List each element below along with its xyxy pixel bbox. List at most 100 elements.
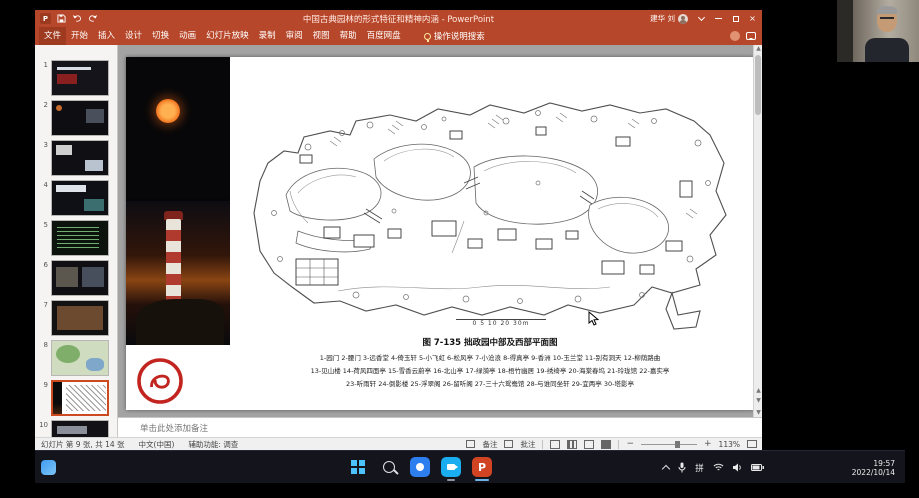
slide-thumbnail-3[interactable]	[51, 140, 109, 176]
slide-thumbnail-9-selected[interactable]	[51, 380, 109, 416]
tab-review[interactable]: 审阅	[281, 27, 308, 45]
wifi-icon[interactable]	[713, 463, 724, 472]
battery-icon[interactable]	[751, 464, 764, 471]
slide-sorter-view-button[interactable]	[567, 440, 577, 449]
zoom-in-button[interactable]: +	[704, 440, 712, 449]
language-status[interactable]: 中文(中国)	[139, 439, 175, 450]
slide-counter: 幻灯片 第 9 张, 共 14 张	[41, 439, 125, 450]
next-slide-button[interactable]: ▼	[755, 397, 762, 405]
thumbnail-row: 5	[35, 220, 117, 256]
comments-icon[interactable]	[746, 32, 756, 40]
minimize-icon	[715, 18, 722, 19]
comments-toggle-button[interactable]: 批注	[520, 439, 535, 450]
scrollbar-thumb[interactable]	[755, 55, 761, 115]
slideshow-button[interactable]	[601, 440, 611, 449]
user-presence-avatar[interactable]	[730, 31, 740, 41]
chat-app-button[interactable]	[409, 456, 431, 478]
scroll-down-icon[interactable]: ▼	[755, 409, 762, 417]
meeting-app-button[interactable]	[440, 456, 462, 478]
tab-animations[interactable]: 动画	[174, 27, 201, 45]
tab-help[interactable]: 帮助	[335, 27, 362, 45]
widgets-button[interactable]	[41, 460, 56, 475]
thumbnail-row: 6	[35, 260, 117, 296]
slide-thumbnail-1[interactable]	[51, 60, 109, 96]
zoom-percentage[interactable]: 113%	[719, 440, 740, 449]
powerpoint-taskbar-button[interactable]: P	[471, 456, 493, 478]
slide-thumbnail-6[interactable]	[51, 260, 109, 296]
thumbnail-row: 10	[35, 420, 117, 437]
webcam-overlay[interactable]	[837, 0, 919, 62]
divider	[542, 440, 543, 449]
webcam-door-edge	[837, 0, 853, 62]
powerpoint-icon: P	[472, 457, 492, 477]
notes-toggle-button[interactable]: 备注	[482, 439, 497, 450]
maximize-button[interactable]	[728, 11, 743, 26]
tab-view[interactable]: 视图	[308, 27, 335, 45]
thumbnail-row: 9	[35, 380, 117, 416]
search-button[interactable]	[378, 456, 400, 478]
minimize-button[interactable]	[711, 11, 726, 26]
close-button[interactable]: ×	[745, 11, 760, 26]
tab-design[interactable]: 设计	[120, 27, 147, 45]
zoom-slider-knob[interactable]	[675, 441, 680, 448]
microphone-icon[interactable]	[678, 462, 686, 473]
reading-view-button[interactable]	[584, 440, 594, 449]
quick-access-toolbar: P	[35, 13, 98, 24]
participant-torso	[865, 38, 909, 62]
save-icon[interactable]	[57, 14, 66, 23]
lighthouse-photo	[126, 201, 230, 345]
thumbnail-row: 2	[35, 100, 117, 136]
normal-view-button[interactable]	[550, 440, 560, 449]
redo-icon[interactable]	[88, 14, 98, 23]
tab-slideshow[interactable]: 幻灯片放映	[201, 27, 254, 45]
tab-insert[interactable]: 插入	[93, 27, 120, 45]
thumbnail-row: 7	[35, 300, 117, 336]
tab-baidu-netdisk[interactable]: 百度网盘	[362, 27, 406, 45]
ribbon-display-options-button[interactable]	[694, 11, 709, 26]
clock[interactable]: 19:57 2022/10/14	[852, 459, 895, 477]
slide-thumbnail-7[interactable]	[51, 300, 109, 336]
tab-home[interactable]: 开始	[66, 27, 93, 45]
taskbar: P 拼 19:57	[35, 450, 905, 483]
tab-file[interactable]: 文件	[39, 27, 66, 45]
scroll-up-icon[interactable]: ▲	[755, 45, 762, 53]
thumbnail-number: 10	[35, 420, 48, 429]
ribbon-tab-bar: 文件 开始 插入 设计 切换 动画 幻灯片放映 录制 审阅 视图 帮助 百度网盘…	[35, 27, 762, 45]
slide-thumbnail-4[interactable]	[51, 180, 109, 216]
slide-thumbnail-8[interactable]	[51, 340, 109, 376]
thumbnail-number: 4	[35, 180, 48, 189]
user-account[interactable]: 建华 刘	[650, 13, 688, 24]
vertical-scrollbar[interactable]: ▲ ▲ ▼ ▼	[753, 45, 762, 417]
zoom-slider[interactable]	[641, 444, 697, 445]
fit-slide-to-window-button[interactable]	[747, 440, 757, 448]
start-button[interactable]	[347, 456, 369, 478]
user-avatar-icon	[678, 14, 688, 24]
user-name: 建华 刘	[650, 13, 675, 24]
previous-slide-button[interactable]: ▲	[755, 387, 762, 395]
video-camera-icon	[441, 457, 461, 477]
accessibility-status[interactable]: 辅助功能: 调查	[188, 439, 238, 450]
plan-scale-bar: 0 5 10 20 30m	[456, 319, 546, 327]
tab-transitions[interactable]: 切换	[147, 27, 174, 45]
thumbnail-number: 6	[35, 260, 48, 269]
status-bar: 幻灯片 第 9 张, 共 14 张 中文(中国) 辅助功能: 调查 备注 批注 …	[35, 437, 762, 450]
plan-legend-line3: 23-听雨轩 24-倒影楼 25-浮翠阁 26-留听阁 27-三十六鸳鸯馆 28…	[230, 378, 750, 388]
slide-thumbnail-2[interactable]	[51, 100, 109, 136]
notes-pane[interactable]: 单击此处添加备注	[118, 417, 762, 437]
lighthouse-tower	[166, 219, 181, 305]
slide-canvas[interactable]: 0 5 10 20 30m 图 7-135 拙政园中部及西部平面图 1-园门 2…	[126, 57, 754, 410]
slide-thumbnail-10[interactable]	[51, 420, 109, 437]
clock-date: 2022/10/14	[852, 468, 895, 477]
volume-icon[interactable]	[733, 463, 742, 472]
thumbnail-row: 1	[35, 60, 117, 96]
tab-record[interactable]: 录制	[254, 27, 281, 45]
zoom-out-button[interactable]: −	[626, 440, 634, 449]
tray-chevron-up-icon[interactable]	[662, 465, 670, 473]
undo-icon[interactable]	[72, 14, 82, 23]
slide-thumbnail-5[interactable]	[51, 220, 109, 256]
thumbnail-number: 1	[35, 60, 48, 69]
ime-indicator[interactable]: 拼	[695, 462, 704, 474]
tell-me-search[interactable]: 操作说明搜索	[424, 30, 485, 42]
running-indicator	[447, 479, 455, 481]
clock-time: 19:57	[852, 459, 895, 468]
